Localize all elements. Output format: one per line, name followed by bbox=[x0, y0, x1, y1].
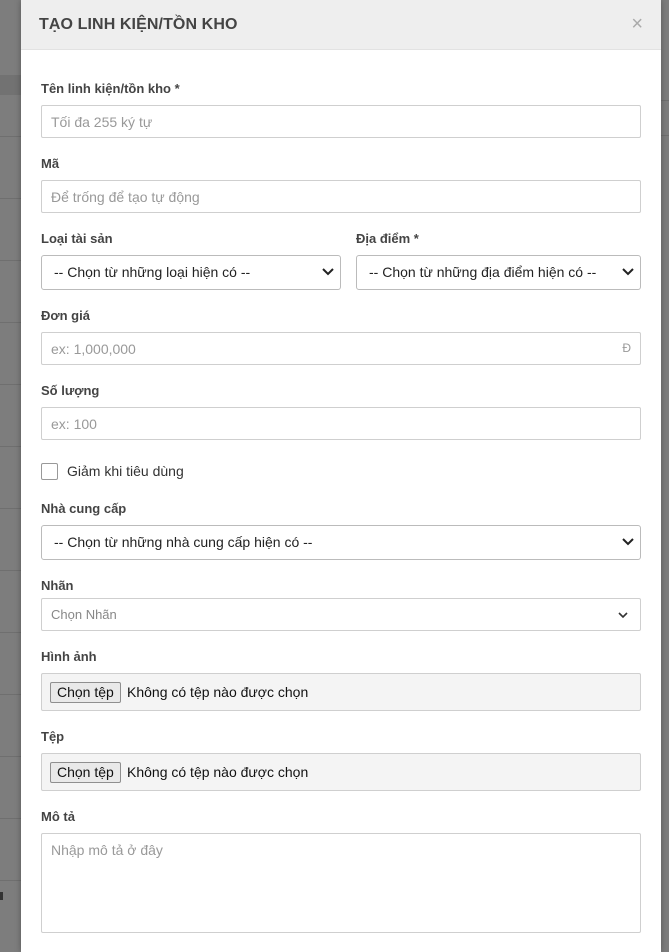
description-label: Mô tả bbox=[41, 809, 75, 824]
background-divider bbox=[0, 322, 22, 323]
chevron-down-icon bbox=[622, 256, 634, 289]
unit-price-label: Đơn giá bbox=[41, 308, 90, 323]
image-file-status: Không có tệp nào được chọn bbox=[127, 684, 309, 700]
chevron-down-icon bbox=[622, 526, 634, 559]
background-divider bbox=[0, 632, 22, 633]
description-placeholder: Nhập mô tả ở đây bbox=[51, 842, 163, 858]
background-divider bbox=[661, 100, 669, 101]
background-header bbox=[0, 75, 22, 95]
decrease-on-use-checkbox[interactable] bbox=[41, 463, 58, 480]
image-label: Hình ảnh bbox=[41, 649, 97, 664]
tags-select[interactable]: Chọn Nhãn bbox=[41, 598, 641, 631]
unit-price-input[interactable] bbox=[41, 332, 641, 365]
code-input[interactable] bbox=[41, 180, 641, 213]
attachment-file-input: Chọn tệp Không có tệp nào được chọn bbox=[41, 753, 641, 791]
modal-title: TẠO LINH KIỆN/TỒN KHO bbox=[39, 16, 238, 33]
background-divider bbox=[0, 446, 22, 447]
background-divider bbox=[0, 384, 22, 385]
background-divider bbox=[0, 880, 22, 881]
location-select[interactable]: -- Chọn từ những địa điểm hiện có -- bbox=[356, 255, 641, 290]
asset-type-select[interactable]: -- Chọn từ những loại hiện có -- bbox=[41, 255, 341, 290]
chevron-down-icon bbox=[322, 256, 334, 289]
supplier-selected: -- Chọn từ những nhà cung cấp hiện có -- bbox=[54, 534, 313, 550]
file-label: Tệp bbox=[41, 729, 65, 744]
supplier-label: Nhà cung cấp bbox=[41, 501, 127, 516]
background-divider bbox=[0, 260, 22, 261]
file-status: Không có tệp nào được chọn bbox=[127, 764, 309, 780]
modal-header: TẠO LINH KIỆN/TỒN KHO × bbox=[21, 0, 661, 50]
asset-type-selected: -- Chọn từ những loại hiện có -- bbox=[54, 264, 251, 280]
location-label: Địa điểm * bbox=[356, 231, 419, 246]
background-mark bbox=[0, 892, 3, 900]
chevron-down-icon bbox=[618, 599, 628, 630]
background-divider bbox=[0, 508, 22, 509]
image-choose-file-button[interactable]: Chọn tệp bbox=[50, 682, 121, 703]
background-divider bbox=[0, 818, 22, 819]
description-textarea[interactable]: Nhập mô tả ở đây bbox=[41, 833, 641, 933]
decrease-on-use-label[interactable]: Giảm khi tiêu dùng bbox=[67, 463, 184, 479]
create-component-modal: TẠO LINH KIỆN/TỒN KHO × Tên linh kiện/tồ… bbox=[21, 0, 661, 952]
background-divider bbox=[0, 570, 22, 571]
code-label: Mã bbox=[41, 156, 60, 171]
image-file-input: Chọn tệp Không có tệp nào được chọn bbox=[41, 673, 641, 711]
background-divider bbox=[0, 198, 22, 199]
supplier-select[interactable]: -- Chọn từ những nhà cung cấp hiện có -- bbox=[41, 525, 641, 560]
background-divider bbox=[0, 756, 22, 757]
name-input[interactable] bbox=[41, 105, 641, 138]
quantity-input[interactable] bbox=[41, 407, 641, 440]
tags-placeholder: Chọn Nhãn bbox=[51, 607, 117, 622]
asset-type-label: Loại tài sản bbox=[41, 231, 113, 246]
name-label: Tên linh kiện/tồn kho * bbox=[41, 81, 180, 96]
background-divider bbox=[0, 136, 22, 137]
file-choose-file-button[interactable]: Chọn tệp bbox=[50, 762, 121, 783]
close-icon[interactable]: × bbox=[631, 14, 643, 34]
currency-suffix: Đ bbox=[622, 341, 631, 355]
quantity-label: Số lượng bbox=[41, 383, 100, 398]
background-divider bbox=[0, 694, 22, 695]
background-divider bbox=[661, 135, 669, 136]
tags-label: Nhãn bbox=[41, 578, 74, 593]
unit-price-wrapper: Đ bbox=[21, 332, 661, 365]
location-selected: -- Chọn từ những địa điểm hiện có -- bbox=[369, 264, 597, 280]
